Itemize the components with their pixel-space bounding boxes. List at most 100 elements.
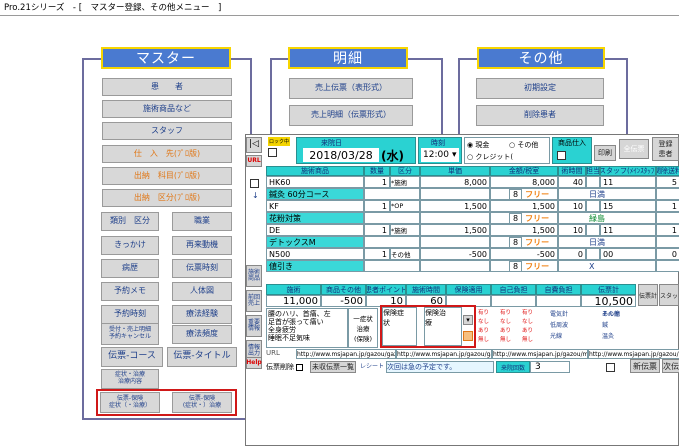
treat-option-5[interactable]: 温灸 <box>602 331 614 340</box>
row-check-3[interactable] <box>656 212 679 224</box>
slip-course-button[interactable]: 伝票-コース <box>101 347 163 367</box>
row-minutes-4[interactable]: 11 <box>600 224 656 236</box>
option-2-0[interactable]: 有り <box>522 308 533 316</box>
treat-experience-button[interactable]: 療法経験 <box>172 305 232 324</box>
insurance-symptom-button[interactable]: 伝票-保険 症状（・治療） <box>100 392 160 413</box>
reserve-memo-button[interactable]: 予約メモ <box>101 282 159 301</box>
symptom-insurance-select[interactable]: 一症状 治療 (保険) <box>348 308 378 348</box>
side-prev-sales[interactable]: 前回 売上 <box>246 290 262 312</box>
row-name-4[interactable]: DE <box>266 224 364 236</box>
row-staff-4[interactable] <box>586 224 600 236</box>
row-select-checkbox[interactable] <box>250 179 259 188</box>
collapse-arrow-icon[interactable]: |◁ <box>246 137 262 153</box>
row-name-1[interactable]: 鍼灸 60分コース <box>266 188 364 200</box>
treat-option-6[interactable]: その他 <box>602 309 620 318</box>
option-0-2[interactable]: あり <box>478 326 489 334</box>
row-qty-4[interactable]: 1 <box>364 224 390 236</box>
outgoing-subject-button[interactable]: 出納 科目(ﾌﾟﾛ版) <box>102 167 232 185</box>
row-kind-0[interactable]: *施術 <box>390 176 420 188</box>
goods-in-checkbox[interactable] <box>557 151 566 160</box>
row-name-3[interactable]: 花粉対策 <box>266 212 364 224</box>
new-checkbox[interactable] <box>606 363 615 372</box>
option-0-1[interactable]: なし <box>478 317 489 325</box>
row-staff-6[interactable] <box>586 248 600 260</box>
reception-cancel-button[interactable]: 受付・売上明細 予約キャンセル <box>101 323 159 345</box>
help-button[interactable]: Help <box>246 357 262 369</box>
row-name-0[interactable]: HK60 <box>266 176 364 188</box>
row-name-7[interactable]: 値引き <box>266 260 364 272</box>
row-kind-2[interactable]: *OP <box>390 200 420 212</box>
next-slip-button[interactable]: 次伝 <box>662 359 679 373</box>
time-select[interactable]: 12:00 ▾ <box>421 148 459 162</box>
occupation-button[interactable]: 職業 <box>172 212 232 231</box>
new-slip-button[interactable]: 新伝票 <box>630 359 660 373</box>
row-qty-6[interactable]: 1 <box>364 248 390 260</box>
category-button[interactable]: 類別 区分 <box>101 212 159 231</box>
row-staffname-7[interactable]: X <box>558 260 656 272</box>
reserve-time-button[interactable]: 予約時刻 <box>101 305 159 324</box>
option-1-2[interactable]: あり <box>500 326 511 334</box>
treat-frequency-button[interactable]: 療法頻度 <box>172 325 232 344</box>
row-check-5[interactable] <box>656 236 679 248</box>
url-field-1[interactable]: http://www.msjapan.jp/gazou/gazou <box>296 349 396 359</box>
row-time-4[interactable]: 10 <box>558 224 586 236</box>
treat-option-1[interactable]: 低周波 <box>550 320 568 329</box>
outgoing-class-button[interactable]: 出納 区分(ﾌﾟﾛ版) <box>102 189 232 207</box>
patient-button[interactable]: 患 者 <box>102 78 232 96</box>
register-patient-button[interactable]: 登録 患者 <box>652 137 679 161</box>
row-price-6[interactable]: -500 <box>420 248 490 260</box>
treat-option-4[interactable]: 鍼 <box>602 320 608 329</box>
print-button[interactable]: 印刷 <box>594 145 616 161</box>
row-name-6[interactable]: N500 <box>266 248 364 260</box>
treat-option-0[interactable]: 電気針 <box>550 309 568 318</box>
row-price-0[interactable]: 8,000 <box>420 176 490 188</box>
row-time-6[interactable]: 0 <box>558 248 586 260</box>
sales-slip-table-button[interactable]: 売上伝票（表形式） <box>289 78 413 99</box>
deleted-patients-button[interactable]: 削除患者 <box>476 105 604 126</box>
slip-time-button[interactable]: 伝票時刻 <box>172 259 232 278</box>
row-name-2[interactable]: KF <box>266 200 364 212</box>
slip-delete-check[interactable]: 伝票削除 <box>266 361 308 373</box>
option-0-3[interactable]: 無し <box>478 335 489 343</box>
lock-checkbox[interactable] <box>268 148 277 157</box>
insurance-treat-field[interactable]: 保険治 療 <box>424 307 462 346</box>
chevron-down-icon[interactable]: ▾ <box>463 315 473 325</box>
row-kind-6[interactable]: その他 <box>390 248 420 260</box>
revisit-button[interactable]: 再来動機 <box>172 236 232 255</box>
row-kind-4[interactable]: *施術 <box>390 224 420 236</box>
slip-total-button[interactable]: 伝票計 <box>638 284 658 306</box>
body-chart-button[interactable]: 人体図 <box>172 282 232 301</box>
symptom-treat-button[interactable]: 症状・治療 治療内容 <box>101 369 159 389</box>
option-1-0[interactable]: 有り <box>500 308 511 316</box>
memo-field[interactable]: 腰のハリ、首痛、左 足首が張って痛い 全身疲労 睡眠不足気味 <box>266 308 348 348</box>
row-price-2[interactable]: 1,500 <box>420 200 490 212</box>
slip-title-button[interactable]: 伝票-タイトル <box>167 347 237 367</box>
row-qty-2[interactable]: 1 <box>364 200 390 212</box>
row-check-1[interactable] <box>656 188 679 200</box>
option-2-2[interactable]: あり <box>522 326 533 334</box>
supplier-button[interactable]: 仕 入 先(ﾌﾟﾛ版) <box>102 145 232 163</box>
side-important-info[interactable]: 重要 情報 <box>246 315 262 337</box>
history-button[interactable]: 病歴 <box>101 259 159 278</box>
row-staffname-1[interactable]: 日満 <box>558 188 656 200</box>
unsettled-list-button[interactable]: 未収伝票一覧 <box>310 361 356 373</box>
option-1-1[interactable]: なし <box>500 317 511 325</box>
treat-option-2[interactable]: 光線 <box>550 331 562 340</box>
row-staff-0[interactable] <box>586 176 600 188</box>
row-price-4[interactable]: 1,500 <box>420 224 490 236</box>
option-2-3[interactable]: 無し <box>522 335 533 343</box>
sales-detail-button[interactable]: 売上明細（伝票形式） <box>289 105 413 126</box>
cash-radio[interactable]: ◉ 現金 <box>467 140 489 150</box>
initial-settings-button[interactable]: 初期設定 <box>476 78 604 99</box>
row-minutes-0[interactable]: 11 <box>600 176 656 188</box>
url-field-3[interactable]: http://www.msjapan.jp/gazou/mmilk <box>492 349 588 359</box>
row-name-5[interactable]: デトックスM <box>266 236 364 248</box>
row-staffname-3[interactable]: 緑島 <box>558 212 656 224</box>
row-time-0[interactable]: 40 <box>558 176 586 188</box>
row-qty-0[interactable]: 1 <box>364 176 390 188</box>
treatment-button[interactable]: 施術商品など <box>102 100 232 118</box>
option-0-0[interactable]: 有り <box>478 308 489 316</box>
staff-button-side[interactable]: スタッ <box>659 284 679 306</box>
trigger-button[interactable]: きっかけ <box>101 236 159 255</box>
visit-date-field[interactable]: 2018/03/28 <box>303 148 379 162</box>
